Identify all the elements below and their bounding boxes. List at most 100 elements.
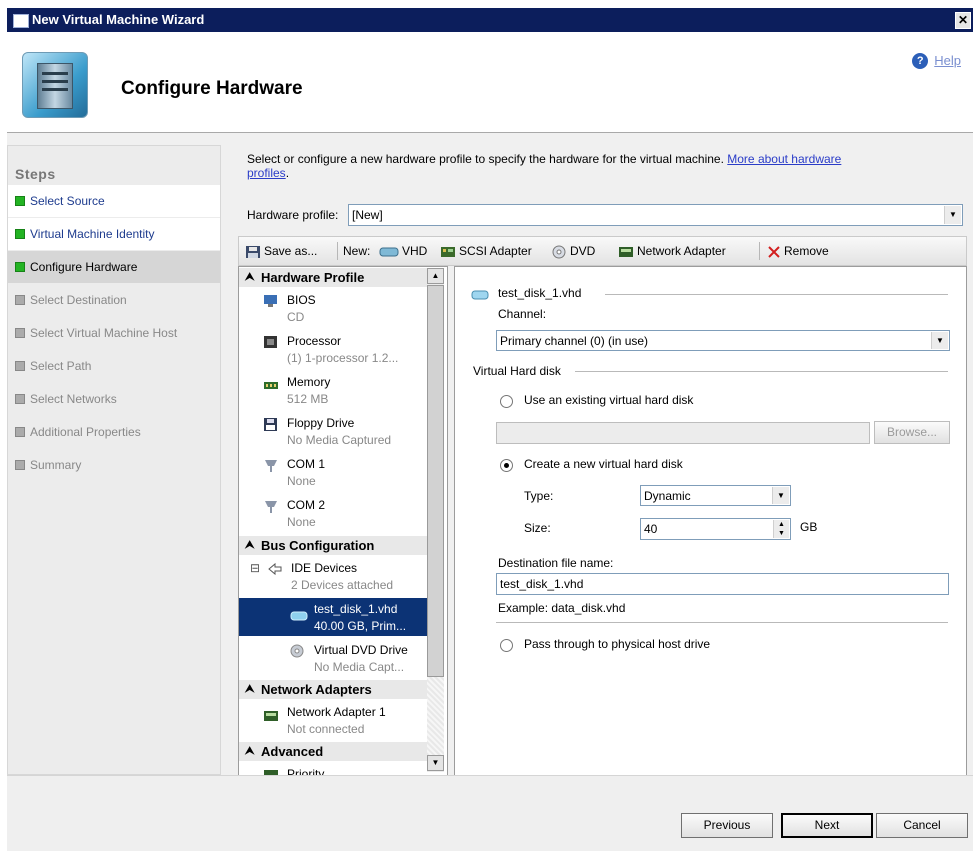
section-hardware-profile[interactable]: ⮝ Hardware Profile [239, 268, 429, 287]
tree-item-com1[interactable]: COM 1 None [239, 453, 429, 491]
more-about-link[interactable]: More about hardware [727, 152, 841, 166]
step-status-icon [15, 295, 25, 305]
new-dvd-button[interactable]: DVD [551, 244, 595, 259]
step-select-source[interactable]: Select Source [8, 185, 220, 217]
existing-vhd-path-input[interactable] [496, 422, 870, 444]
step-label: Select Source [30, 194, 105, 208]
wizard-header: Configure Hardware ? Help [7, 32, 973, 133]
step-status-icon [15, 394, 25, 404]
tree-item-processor[interactable]: Processor (1) 1-processor 1.2... [239, 330, 429, 368]
tree-scrollbar[interactable]: ▲ ▼ [427, 268, 444, 772]
steps-heading: Steps [15, 166, 56, 182]
cancel-button[interactable]: Cancel [876, 813, 968, 838]
section-bus-configuration[interactable]: ⮝ Bus Configuration [239, 536, 429, 555]
previous-button[interactable]: Previous [681, 813, 773, 838]
tree-item-sub: 512 MB [287, 392, 329, 406]
pass-through-radio[interactable] [500, 639, 513, 652]
use-existing-label[interactable]: Use an existing virtual hard disk [524, 393, 693, 407]
tree-item-sub: Not connected [287, 722, 365, 736]
chevron-down-icon[interactable]: ▼ [772, 487, 789, 504]
browse-button[interactable]: Browse... [874, 421, 950, 444]
channel-select[interactable]: Primary channel (0) (in use) ▼ [496, 330, 950, 351]
disk-size-stepper[interactable]: 40 ▲ ▼ [640, 518, 791, 540]
hw-profile-select[interactable]: [New] ▼ [348, 204, 963, 226]
hardware-toolbar: Save as... New: VHD SCSI Adapter DVD Net… [238, 236, 967, 266]
scroll-thumb[interactable] [427, 285, 444, 677]
collapse-icon[interactable]: ⮝ [245, 536, 254, 555]
tree-item-name: Network Adapter 1 [287, 705, 386, 719]
vhd-icon [471, 290, 489, 300]
step-label: Additional Properties [30, 425, 141, 439]
tree-item-virtual-dvd[interactable]: Virtual DVD Drive No Media Capt... [239, 639, 429, 677]
tree-item-floppy[interactable]: Floppy Drive No Media Captured [239, 412, 429, 450]
description-period: . [285, 166, 290, 180]
new-network-adapter-button[interactable]: Network Adapter [618, 244, 726, 259]
more-about-link-cont[interactable]: profiles [247, 166, 286, 180]
help-icon[interactable]: ? [912, 52, 929, 69]
scroll-down-icon[interactable]: ▼ [427, 755, 444, 771]
create-new-radio[interactable] [500, 459, 513, 472]
new-vhd-button[interactable]: VHD [379, 244, 427, 258]
help-link[interactable]: Help [934, 53, 961, 68]
step-additional-properties: Additional Properties [8, 416, 220, 448]
expander-icon[interactable]: ⊟ [250, 561, 260, 575]
section-title: Bus Configuration [261, 538, 375, 553]
tree-item-name: COM 2 [287, 498, 326, 512]
top-strip [0, 0, 973, 8]
close-icon[interactable]: ✕ [955, 12, 971, 29]
tree-item-ide-devices[interactable]: ⊟ IDE Devices 2 Devices attached [239, 557, 429, 595]
scroll-up-icon[interactable]: ▲ [427, 268, 444, 284]
tree-item-sub: None [287, 515, 316, 529]
type-label: Type: [524, 489, 554, 503]
size-unit: GB [800, 520, 818, 534]
next-button[interactable]: Next [781, 813, 873, 838]
scroll-track[interactable] [427, 677, 444, 755]
disk-type-value: Dynamic [644, 489, 691, 503]
chevron-down-icon[interactable]: ▼ [931, 332, 948, 349]
step-configure-hardware[interactable]: Configure Hardware [8, 251, 220, 283]
tree-item-name: Memory [287, 375, 331, 389]
disk-type-select[interactable]: Dynamic ▼ [640, 485, 791, 506]
network-adapter-icon [264, 711, 278, 721]
window-title: New Virtual Machine Wizard [32, 12, 205, 27]
use-existing-radio[interactable] [500, 395, 513, 408]
destination-file-value: test_disk_1.vhd [500, 577, 584, 591]
save-as-button[interactable]: Save as... [245, 244, 317, 259]
new-scsi-button[interactable]: SCSI Adapter [440, 244, 532, 259]
step-select-host: Select Virtual Machine Host [8, 317, 220, 349]
tree-item-bios[interactable]: BIOS CD [239, 289, 429, 327]
vhd-icon [379, 247, 399, 257]
help-link-group[interactable]: ? Help [912, 52, 961, 69]
destination-file-input[interactable]: test_disk_1.vhd [496, 573, 949, 595]
vhd-label: VHD [402, 244, 428, 258]
tree-item-network-adapter-1[interactable]: Network Adapter 1 Not connected [239, 701, 429, 739]
create-new-label[interactable]: Create a new virtual hard disk [524, 457, 683, 471]
destination-label: Destination file name: [498, 556, 614, 570]
pass-through-label[interactable]: Pass through to physical host drive [524, 637, 710, 651]
collapse-icon[interactable]: ⮝ [245, 268, 254, 287]
collapse-icon[interactable]: ⮝ [245, 742, 254, 761]
hardware-tree: ⮝ Hardware Profile BIOS CD Processor (1) … [238, 266, 448, 776]
vhd-icon [290, 611, 308, 621]
tree-item-test-disk[interactable]: test_disk_1.vhd 40.00 GB, Prim... [239, 598, 429, 636]
tree-item-com2[interactable]: COM 2 None [239, 494, 429, 532]
tree-item-name: BIOS [287, 293, 316, 307]
spinner-icon[interactable]: ▲ ▼ [773, 520, 789, 538]
tree-item-name: Processor [287, 334, 342, 348]
chevron-down-icon[interactable]: ▼ [944, 206, 961, 224]
step-vm-identity[interactable]: Virtual Machine Identity [8, 218, 220, 250]
vhd-group-label: Virtual Hard disk [473, 364, 561, 378]
network-adapter-label: Network Adapter [637, 244, 726, 258]
step-select-destination: Select Destination [8, 284, 220, 316]
tree-item-sub: (1) 1-processor 1.2... [287, 351, 399, 365]
collapse-icon[interactable]: ⮝ [245, 680, 254, 699]
processor-icon [264, 336, 277, 348]
section-network-adapters[interactable]: ⮝ Network Adapters [239, 680, 429, 699]
save-icon [246, 245, 260, 258]
step-label: Configure Hardware [30, 260, 138, 274]
section-advanced[interactable]: ⮝ Advanced [239, 742, 429, 761]
network-adapter-icon [619, 246, 633, 257]
dvd-icon [552, 245, 566, 259]
remove-button[interactable]: Remove [767, 244, 829, 259]
tree-item-memory[interactable]: Memory 512 MB [239, 371, 429, 409]
